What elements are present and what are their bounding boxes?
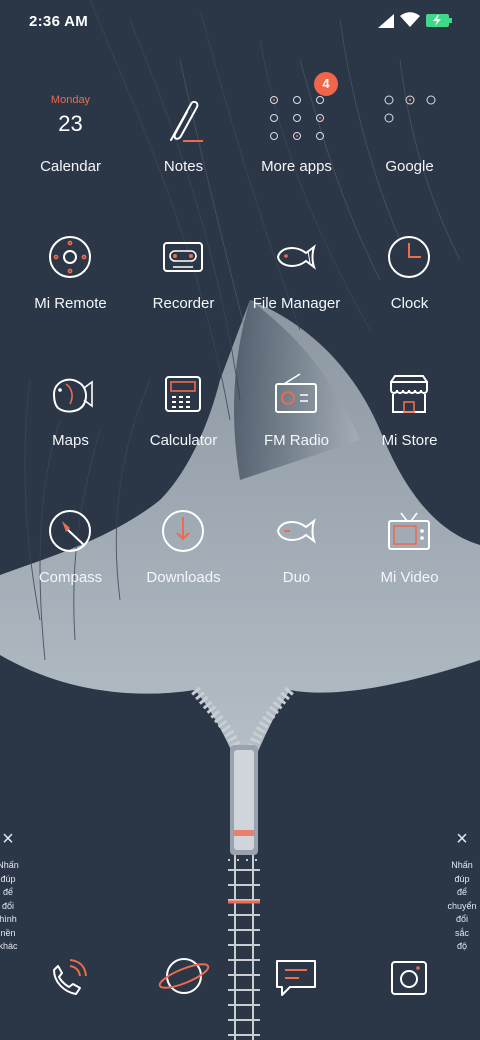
- compass-icon: [49, 510, 91, 552]
- app-calendar[interactable]: Monday 23 Calendar: [14, 78, 127, 208]
- app-label: Calendar: [40, 158, 101, 175]
- app-maps[interactable]: Maps: [14, 352, 127, 482]
- app-file-manager[interactable]: File Manager: [240, 215, 353, 345]
- clock-icon: [388, 236, 430, 278]
- app-compass[interactable]: Compass: [14, 489, 127, 619]
- calculator-icon: [165, 376, 201, 412]
- messages-icon[interactable]: [268, 950, 324, 1006]
- notes-icon: [170, 100, 203, 142]
- app-google-folder[interactable]: Google: [353, 78, 466, 208]
- app-mi-remote[interactable]: Mi Remote: [14, 215, 127, 345]
- app-more-apps-folder[interactable]: 4 More apps: [240, 72, 353, 208]
- store-icon: [390, 375, 428, 413]
- tv-icon: [388, 512, 430, 550]
- app-clock[interactable]: Clock: [353, 215, 466, 345]
- hint-line: để: [2, 887, 13, 897]
- app-label: Mi Remote: [34, 295, 107, 312]
- phone-icon[interactable]: [40, 950, 96, 1006]
- status-time: 2:36 AM: [29, 13, 89, 30]
- hint-line: sắc: [454, 927, 469, 938]
- hint-line: đúp: [454, 873, 470, 884]
- fish-icon: [276, 244, 316, 270]
- goldfish-icon: [52, 378, 93, 413]
- hint-line: Nhấn: [451, 860, 473, 870]
- app-label: Downloads: [146, 569, 221, 586]
- download-icon: [162, 510, 204, 552]
- app-label: Calculator: [149, 432, 218, 449]
- app-label: Google: [385, 158, 434, 175]
- close-icon[interactable]: ×: [0, 829, 28, 849]
- app-label: Duo: [282, 569, 311, 586]
- hint-line: đổi: [455, 914, 468, 924]
- calendar-month-label: Monday: [50, 94, 91, 106]
- hint-line: đổi: [1, 900, 14, 911]
- battery-charging-icon: [426, 14, 452, 27]
- dock: [0, 950, 480, 1010]
- app-downloads[interactable]: Downloads: [127, 489, 240, 619]
- app-label: FM Radio: [263, 432, 330, 449]
- remote-icon: [49, 236, 91, 278]
- notification-badge: 4: [314, 72, 338, 96]
- google-folder-icon: [384, 95, 436, 123]
- hint-line: chuyển: [447, 900, 477, 911]
- app-mi-video[interactable]: Mi Video: [353, 489, 466, 619]
- app-label: Recorder: [152, 295, 215, 312]
- hint-line: hình: [0, 914, 17, 924]
- radio-icon: [275, 373, 317, 413]
- close-icon[interactable]: ×: [442, 829, 480, 849]
- app-mi-store[interactable]: Mi Store: [353, 352, 466, 482]
- cassette-icon: [163, 242, 203, 272]
- hint-line: đúp: [0, 873, 16, 884]
- app-duo[interactable]: Duo: [240, 489, 353, 619]
- hint-line: nền: [0, 927, 16, 938]
- signal-icon: [378, 14, 394, 28]
- app-recorder[interactable]: Recorder: [127, 215, 240, 345]
- app-label: Maps: [52, 432, 89, 449]
- hint-line: để: [456, 887, 467, 897]
- app-label: More apps: [261, 158, 332, 175]
- app-label: Clock: [390, 295, 429, 312]
- app-label: Mi Video: [380, 569, 439, 586]
- color-hint-right: × Nhấn đúp để chuyển đổi sắc độ: [442, 829, 480, 954]
- app-label: Compass: [38, 569, 103, 586]
- calendar-day-label: 23: [58, 111, 83, 136]
- app-notes[interactable]: Notes: [127, 78, 240, 208]
- browser-planet-icon[interactable]: [156, 950, 212, 1006]
- app-label: Mi Store: [381, 432, 438, 449]
- app-label: Notes: [163, 158, 204, 175]
- status-bar: 2:36 AM: [0, 0, 480, 44]
- app-fm-radio[interactable]: FM Radio: [240, 352, 353, 482]
- camera-icon[interactable]: [382, 950, 438, 1006]
- more-apps-folder-icon: [270, 96, 324, 140]
- app-label: File Manager: [252, 295, 341, 312]
- fish-icon: [276, 518, 316, 544]
- wifi-icon: [400, 12, 420, 27]
- app-calculator[interactable]: Calculator: [127, 352, 240, 482]
- wallpaper-hint-left: × Nhấn đúp để đổi hình nền khác: [0, 829, 28, 954]
- hint-line: Nhấn: [0, 860, 19, 870]
